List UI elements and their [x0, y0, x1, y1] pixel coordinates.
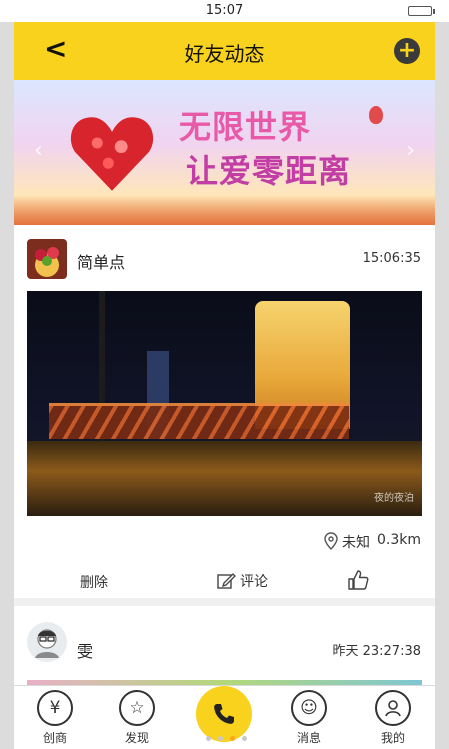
yuan-icon: ¥ — [37, 690, 73, 726]
heart-icon — [70, 117, 154, 191]
banner-next-icon[interactable]: › — [406, 138, 415, 163]
banner-line1: 无限世界 — [179, 108, 312, 146]
balloon-icon — [369, 106, 383, 124]
status-time: 15:07 — [205, 3, 244, 18]
feed-post: 简单点 15:06:35 夜的夜泊 未知 0.3km 删除 评论 — [14, 233, 435, 598]
left-frame — [0, 22, 14, 749]
post-divider — [14, 598, 435, 606]
plus-circle-icon[interactable]: + — [394, 38, 420, 64]
indicator-dot-active — [229, 736, 235, 741]
comment-button[interactable]: 评论 — [216, 569, 268, 593]
location-pin-icon — [324, 532, 338, 550]
feed-post: 雯 昨天 23:27:38 — [14, 606, 435, 686]
header-bar: < 好友动态 + — [14, 22, 435, 80]
location-row: 未知 0.3km — [14, 531, 435, 551]
call-button[interactable] — [196, 686, 252, 742]
right-frame — [435, 22, 449, 749]
promo-banner[interactable]: 无限世界 让爱零距离 ‹ › — [14, 80, 435, 225]
indicator-dot — [205, 736, 211, 741]
thumbs-up-icon[interactable] — [347, 569, 369, 591]
post-username[interactable]: 雯 — [77, 638, 93, 662]
edit-icon — [217, 573, 236, 589]
tab-label: 发现 — [124, 731, 149, 745]
banner-prev-icon[interactable]: ‹ — [34, 138, 43, 163]
photo-watermark: 夜的夜泊 — [374, 493, 414, 504]
skyline-decoration — [14, 195, 435, 225]
banner-line2: 让爱零距离 — [186, 152, 352, 190]
tab-chuangshang[interactable]: ¥ 创商 — [25, 690, 85, 748]
post-time: 昨天 23:27:38 — [332, 644, 421, 659]
page-indicator — [186, 736, 266, 744]
photo-lamppost — [99, 291, 105, 466]
battery-icon — [408, 6, 435, 16]
indicator-dot — [241, 736, 247, 741]
tab-label: 我的 — [380, 731, 405, 745]
indicator-dot — [217, 736, 223, 741]
post-actions: 删除 评论 — [14, 569, 435, 595]
distance-text: 0.3km — [376, 532, 421, 548]
post-username[interactable]: 简单点 — [77, 249, 125, 273]
phone-icon — [214, 704, 234, 724]
photo-bridge — [49, 403, 349, 439]
post-photo[interactable]: 夜的夜泊 — [27, 291, 422, 516]
status-bar: 15:07 — [0, 0, 449, 22]
photo-water — [27, 441, 422, 516]
bottom-tab-bar: ¥ 创商 ☆ 发现 ☺ 消息 我的 — [14, 685, 435, 749]
user-icon — [375, 690, 411, 726]
page-title: 好友动态 — [184, 42, 265, 66]
avatar[interactable] — [27, 239, 67, 279]
delete-button[interactable]: 删除 — [80, 572, 108, 592]
tab-discover[interactable]: ☆ 发现 — [107, 690, 167, 748]
tab-messages[interactable]: ☺ 消息 — [279, 690, 339, 748]
star-icon: ☆ — [119, 690, 155, 726]
tab-me[interactable]: 我的 — [363, 690, 423, 748]
tab-label: 创商 — [42, 731, 67, 745]
chat-icon: ☺ — [291, 690, 327, 726]
location-text: 未知 — [342, 535, 370, 551]
comment-label: 评论 — [240, 574, 268, 590]
tab-label: 消息 — [296, 731, 321, 745]
post-time: 15:06:35 — [362, 251, 421, 266]
avatar[interactable] — [27, 622, 67, 662]
